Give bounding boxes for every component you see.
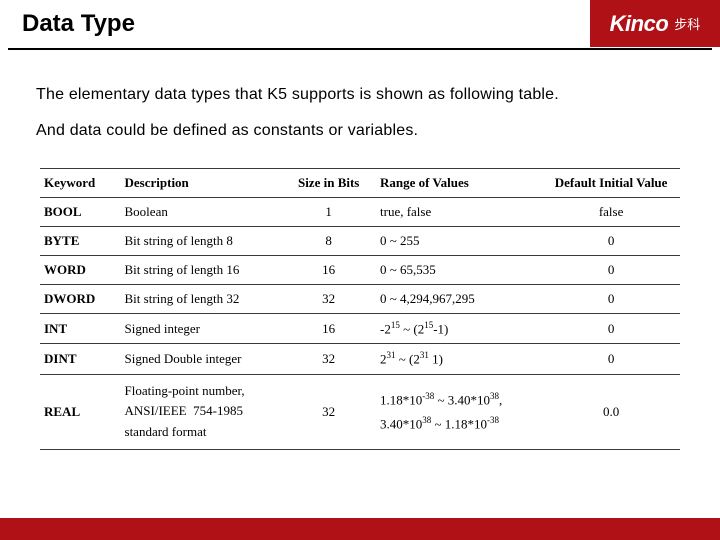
dint-range: 231 ~ (231 1) [376,344,546,374]
table-row: WORD Bit string of length 16 16 0 ~ 65,5… [40,256,680,285]
table-row: DWORD Bit string of length 32 32 0 ~ 4,2… [40,285,680,314]
intro-paragraph-1: The elementary data types that K5 suppor… [36,86,559,104]
table-row: REAL Floating-point number,ANSI/IEEE 754… [40,374,680,449]
slide: Data Type Kinco 步科 The elementary data t… [0,0,720,540]
intro-paragraph-2: And data could be defined as constants o… [36,122,418,140]
table-header-row: Keyword Description Size in Bits Range o… [40,169,680,198]
table-row: INT Signed integer 16 -215 ~ (215-1) 0 [40,314,680,344]
th-size: Size in Bits [285,169,376,198]
real-range: 1.18*10-38 ~ 3.40*1038,3.40*1038 ~ 1.18*… [376,374,546,449]
table-row: BOOL Boolean 1 true, false false [40,198,680,227]
th-description: Description [121,169,286,198]
th-keyword: Keyword [40,169,121,198]
page-title: Data Type [22,10,135,38]
th-range: Range of Values [376,169,546,198]
brand-cn: 步科 [674,14,700,33]
brand-logo: Kinco 步科 [590,0,720,47]
table-row: DINT Signed Double integer 32 231 ~ (231… [40,344,680,374]
title-underline [8,48,712,50]
data-type-table: Keyword Description Size in Bits Range o… [40,168,680,450]
footer-bar [0,518,720,540]
brand-name: Kinco [610,11,669,37]
real-desc: Floating-point number,ANSI/IEEE 754-1985… [121,374,286,449]
int-range: -215 ~ (215-1) [376,314,546,344]
table-row: BYTE Bit string of length 8 8 0 ~ 255 0 [40,227,680,256]
th-default: Default Initial Value [546,169,680,198]
